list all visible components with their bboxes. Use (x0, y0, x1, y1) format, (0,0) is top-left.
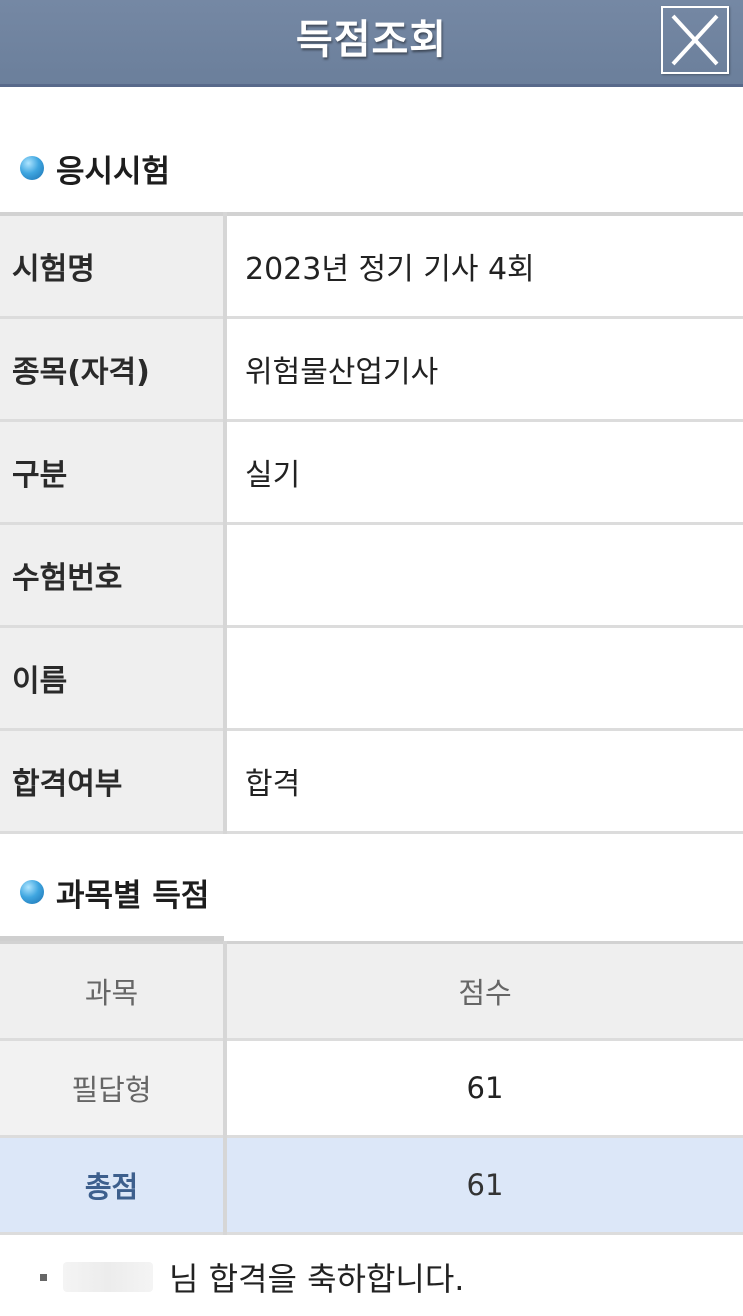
close-x-icon (671, 14, 719, 66)
exam-number-value (225, 523, 743, 628)
subject-header: 과목 (0, 942, 227, 1041)
category-value: 실기 (225, 420, 743, 525)
table-row: 수험번호 (0, 523, 743, 628)
close-button[interactable] (661, 6, 729, 74)
exam-section-title-text: 응시시험 (56, 153, 171, 190)
score-header: 점수 (225, 942, 743, 1041)
qualification-label: 종목(자격) (0, 317, 227, 422)
table-header-row: 과목 점수 (0, 942, 743, 1041)
category-label: 구분 (0, 420, 227, 525)
total-row: 총점 61 (0, 1136, 743, 1235)
score-table: 과목 점수 필답형 61 총점 61 (0, 941, 743, 1235)
table-row: 종목(자격) 위험물산업기사 (0, 317, 743, 422)
exam-number-label: 수험번호 (0, 523, 227, 628)
name-value (225, 626, 743, 731)
bullet-icon (20, 156, 44, 180)
table-row: 시험명 2023년 정기 기사 4회 (0, 214, 743, 319)
name-label: 이름 (0, 626, 227, 731)
pass-status-value: 합격 (225, 729, 743, 834)
table-row: 합격여부 합격 (0, 729, 743, 834)
congratulation-message: 님 합격을 축하합니다. (40, 1252, 464, 1302)
header-bar: 득점조회 (0, 0, 743, 87)
total-label: 총점 (0, 1136, 227, 1235)
score-section-title: 과목별 득점 (20, 870, 209, 914)
table-row: 구분 실기 (0, 420, 743, 525)
congratulation-text: 님 합격을 축하합니다. (169, 1260, 465, 1298)
exam-name-value: 2023년 정기 기사 4회 (225, 214, 743, 319)
page-title: 득점조회 (295, 17, 448, 63)
score-section-title-text: 과목별 득점 (56, 877, 210, 914)
exam-section-title: 응시시험 (20, 146, 170, 190)
exam-info-table: 시험명 2023년 정기 기사 4회 종목(자격) 위험물산업기사 구분 실기 … (0, 212, 743, 834)
total-score: 61 (225, 1136, 743, 1235)
bullet-icon (40, 1273, 47, 1281)
table-row: 이름 (0, 626, 743, 731)
score-cell: 61 (225, 1039, 743, 1138)
exam-name-label: 시험명 (0, 214, 227, 319)
table-row: 필답형 61 (0, 1039, 743, 1138)
pass-status-label: 합격여부 (0, 729, 227, 834)
bullet-icon (20, 880, 44, 904)
subject-cell: 필답형 (0, 1039, 227, 1138)
qualification-value: 위험물산업기사 (225, 317, 743, 422)
redacted-name (63, 1262, 153, 1292)
